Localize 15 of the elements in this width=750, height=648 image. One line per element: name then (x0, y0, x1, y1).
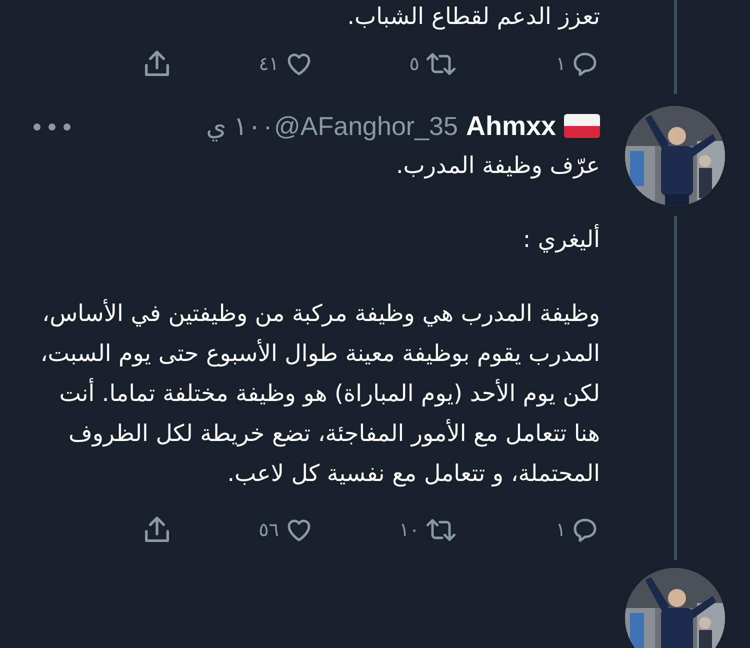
user-handle: @AFanghor_35 (274, 110, 458, 142)
reply-button[interactable]: ١ (458, 49, 600, 79)
tweet-text: تعزز الدعم لقطاع الشباب. (346, 3, 600, 32)
tweet-text: أليغري : (30, 220, 600, 260)
like-button[interactable]: ٤١ (172, 49, 315, 79)
separator: · (263, 110, 272, 142)
flag-icon (564, 114, 600, 138)
like-button[interactable]: ٥٦ (172, 515, 315, 545)
tweet-text: وظيفة المدرب هي وظيفة مركبة من وظيفتين في الأساس، المدرب يقوم بوظيفة معينة طوال الأسبوع حتى يوم السبت، لكن يوم الأحد (يوم المباراة) هو وظيفة مختلفة تماما. أنت هنا تتعامل مع الأمور المفاجئة، تضع خريطة لكل الظروف المحتملة، و تتعامل مع نفسية كل لاعب. (39, 298, 600, 489)
user-name: Ahmxx (466, 110, 556, 143)
reply-button[interactable]: ١ (458, 515, 600, 545)
tweet-time: ١٠ ي (206, 110, 262, 144)
retweet-button[interactable]: ١٠ (315, 515, 458, 545)
retweet-button[interactable]: ٥ (315, 49, 458, 79)
tweet-text: عرّف وظيفة المدرب. (394, 152, 600, 181)
